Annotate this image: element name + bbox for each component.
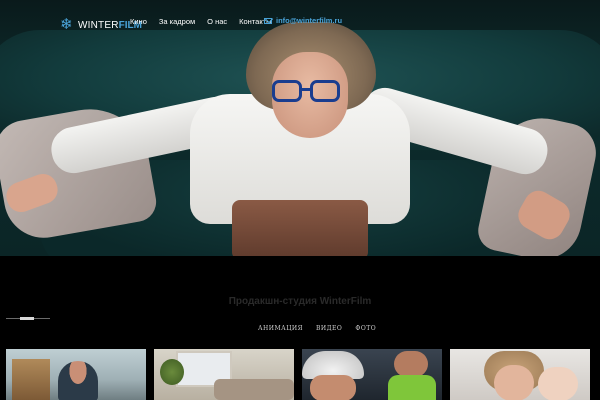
snowflake-icon: ❄ [60,16,73,33]
apron [232,200,368,256]
portfolio-thumb[interactable] [6,349,146,400]
slider-active-dot[interactable] [20,317,34,320]
filter-video[interactable]: ВИДЕО [316,325,342,332]
mail-icon [264,17,272,24]
portfolio-filters: АНИМАЦИЯ ВИДЕО ФОТО [258,325,389,332]
filter-animation[interactable]: АНИМАЦИЯ [258,325,303,332]
thumb-sofa [214,379,294,400]
studio-title: Продакшн-студия WinterFilm [228,296,372,307]
portfolio-thumb[interactable] [302,349,442,400]
thumb-face [310,375,356,400]
thumb-shelf [12,359,50,400]
thumb-person [58,361,98,400]
nav-item-kino[interactable]: Кино [130,17,147,27]
email-link[interactable]: info@winterfilm.ru [264,16,342,25]
email-text: info@winterfilm.ru [276,16,343,25]
site-header: ❄ WINTER FILM Кино За кадром О нас Конта… [0,0,600,44]
thumb-plant [160,359,184,385]
glasses [272,80,340,104]
portfolio-thumb[interactable] [154,349,294,400]
nav-item-backstage[interactable]: За кадром [159,17,195,27]
thumb-vest [388,375,436,400]
portfolio-thumb[interactable] [450,349,590,400]
main-nav: Кино За кадром О нас Контакты [130,17,284,27]
logo-text-winter: WINTER [78,19,119,31]
slider-indicator[interactable] [6,317,50,320]
thumb-face [494,365,534,400]
filter-photo[interactable]: ФОТО [355,325,376,332]
nav-item-about[interactable]: О нас [207,17,227,27]
thumb-baby [538,367,578,400]
thumb-face [394,351,428,377]
portfolio-grid [6,349,594,400]
